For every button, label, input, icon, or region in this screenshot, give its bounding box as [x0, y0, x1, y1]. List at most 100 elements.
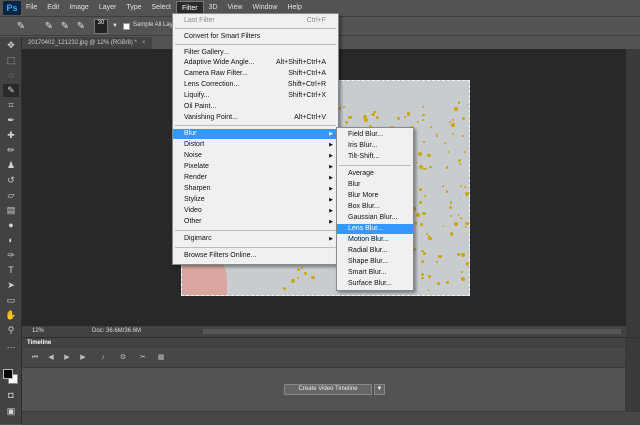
settings-gear-icon[interactable]: ⚙: [118, 353, 128, 363]
menu-item-pixelate[interactable]: Pixelate ▶: [173, 162, 338, 172]
menu-type[interactable]: Type: [121, 1, 146, 15]
quick-mask-icon[interactable]: ◘: [3, 389, 19, 402]
glitter-speck: [421, 273, 425, 277]
audio-icon[interactable]: ♪: [98, 353, 108, 363]
menu-item-lens-correction[interactable]: Lens Correction... Shift+Ctrl+R: [173, 80, 338, 90]
lasso-tool-icon[interactable]: ◌: [3, 69, 19, 82]
submenu-item-box-blur[interactable]: Box Blur...: [337, 202, 413, 212]
hand-tool-icon[interactable]: ✋: [3, 309, 19, 322]
move-tool-icon[interactable]: ✥: [3, 39, 19, 52]
status-bar: 12% Doc: 36.6M/36.6M: [22, 326, 626, 337]
close-icon[interactable]: ×: [142, 40, 146, 46]
more-tools-icon[interactable]: …: [3, 339, 19, 352]
menu-item-adaptive-wide-angle[interactable]: Adaptive Wide Angle... Alt+Shift+Ctrl+A: [173, 58, 338, 68]
go-to-first-frame-icon[interactable]: ⏮: [30, 353, 40, 363]
menu-item-noise[interactable]: Noise ▶: [173, 151, 338, 161]
menu-item-filter-gallery[interactable]: Filter Gallery...: [173, 48, 338, 58]
menu-item-video[interactable]: Video ▶: [173, 206, 338, 216]
glitter-speck: [448, 206, 452, 210]
type-tool-icon[interactable]: T: [3, 264, 19, 277]
submenu-item-gaussian-blur[interactable]: Gaussian Blur...: [337, 213, 413, 223]
zoom-tool-icon[interactable]: ⚲: [3, 324, 19, 337]
glitter-speck: [437, 282, 440, 285]
quick-selection-tool-icon[interactable]: ✎: [3, 84, 19, 97]
play-icon[interactable]: ▶: [62, 353, 72, 363]
path-selection-icon[interactable]: ➤: [3, 279, 19, 292]
previous-frame-icon[interactable]: ◀: [46, 353, 56, 363]
menu-item-stylize[interactable]: Stylize ▶: [173, 195, 338, 205]
document-title: 20170402_121232.jpg @ 12% (RGB/8) *: [28, 40, 137, 46]
submenu-item-blur[interactable]: Blur: [337, 180, 413, 190]
history-brush-icon[interactable]: ↺: [3, 174, 19, 187]
menu-item-distort[interactable]: Distort ▶: [173, 140, 338, 150]
submenu-item-tilt-shift[interactable]: Tilt-Shift...: [337, 152, 413, 162]
document-tab[interactable]: 20170402_121232.jpg @ 12% (RGB/8) * ×: [22, 37, 152, 49]
horizontal-scrollbar[interactable]: [202, 328, 622, 335]
screen-mode-icon[interactable]: ▣: [3, 405, 19, 418]
menu-separator: [175, 230, 336, 231]
submenu-item-iris-blur[interactable]: Iris Blur...: [337, 141, 413, 151]
clone-stamp-icon[interactable]: ♟: [3, 159, 19, 172]
submenu-item-radial-blur[interactable]: Radial Blur...: [337, 246, 413, 256]
pen-tool-icon[interactable]: ✑: [3, 249, 19, 262]
menu-file[interactable]: File: [21, 1, 42, 15]
submenu-item-lens-blur[interactable]: Lens Blur...: [337, 224, 413, 234]
menu-image[interactable]: Image: [64, 1, 93, 15]
glitter-speck: [445, 190, 448, 193]
submenu-item-field-blur[interactable]: Field Blur...: [337, 130, 413, 140]
menu-item-sharpen[interactable]: Sharpen ▶: [173, 184, 338, 194]
glitter-speck: [443, 142, 446, 145]
menu-item-convert-smart-filters[interactable]: Convert for Smart Filters: [173, 32, 338, 42]
crop-tool-icon[interactable]: ⌗: [3, 99, 19, 112]
healing-brush-icon[interactable]: ✚: [3, 129, 19, 142]
menu-layer[interactable]: Layer: [94, 1, 122, 15]
brush-size-picker[interactable]: 30: [94, 19, 108, 34]
rectangle-tool-icon[interactable]: ▭: [3, 294, 19, 307]
gradient-tool-icon[interactable]: ▤: [3, 204, 19, 217]
marquee-tool-icon[interactable]: ⬚: [3, 54, 19, 67]
submenu-item-shape-blur[interactable]: Shape Blur...: [337, 257, 413, 267]
brush-tool-icon[interactable]: ✏: [3, 144, 19, 157]
menu-item-blur[interactable]: Blur ▶: [173, 129, 338, 139]
vertical-panel-strip: [626, 49, 640, 337]
submenu-arrow-icon: ▶: [329, 153, 333, 159]
create-video-timeline-button[interactable]: Create Video Timeline: [284, 384, 372, 395]
subtract-selection-brush-icon[interactable]: ✎: [74, 20, 88, 33]
add-selection-brush-icon[interactable]: ✎: [58, 20, 72, 33]
menu-item-liquify[interactable]: Liquify... Shift+Ctrl+X: [173, 91, 338, 101]
chevron-down-icon[interactable]: ▼: [374, 384, 385, 395]
timeline-tab[interactable]: Timeline: [22, 338, 640, 348]
menu-item-oil-paint[interactable]: Oil Paint...: [173, 102, 338, 112]
new-selection-brush-icon[interactable]: ✎: [42, 20, 56, 33]
menu-item-digimarc[interactable]: Digimarc ▶: [173, 234, 338, 244]
menu-edit[interactable]: Edit: [42, 1, 64, 15]
next-frame-icon[interactable]: ▶: [78, 353, 88, 363]
submenu-item-surface-blur[interactable]: Surface Blur...: [337, 279, 413, 289]
blur-tool-icon[interactable]: ●: [3, 219, 19, 232]
glitter-speck: [447, 151, 450, 153]
dodge-tool-icon[interactable]: ◐: [3, 234, 19, 247]
menu-item-camera-raw[interactable]: Camera Raw Filter... Shift+Ctrl+A: [173, 69, 338, 79]
eraser-tool-icon[interactable]: ▱: [3, 189, 19, 202]
eyedropper-tool-icon[interactable]: ✒: [3, 114, 19, 127]
transition-icon[interactable]: ▦: [156, 353, 166, 363]
menu-item-label: Lens Correction...: [184, 81, 240, 88]
split-scissors-icon[interactable]: ✂: [138, 353, 148, 363]
chevron-down-icon[interactable]: ▼: [108, 20, 122, 33]
sample-all-layers-checkbox[interactable]: [123, 23, 130, 30]
menu-item-render[interactable]: Render ▶: [173, 173, 338, 183]
menu-item-browse-filters-online[interactable]: Browse Filters Online...: [173, 251, 338, 261]
zoom-level[interactable]: 12%: [32, 326, 44, 337]
menu-item-vanishing-point[interactable]: Vanishing Point... Alt+Ctrl+V: [173, 113, 338, 123]
submenu-item-average[interactable]: Average: [337, 169, 413, 179]
foreground-color-swatch[interactable]: [3, 369, 13, 379]
glitter-speck: [451, 123, 455, 127]
glitter-speck: [465, 221, 469, 226]
submenu-item-blur-more[interactable]: Blur More: [337, 191, 413, 201]
tool-preset-brush-icon[interactable]: ✎: [14, 20, 28, 33]
menu-item-other[interactable]: Other ▶: [173, 217, 338, 227]
menu-item-label: Filter Gallery...: [184, 49, 229, 56]
submenu-item-smart-blur[interactable]: Smart Blur...: [337, 268, 413, 278]
glitter-speck: [300, 267, 303, 270]
submenu-item-motion-blur[interactable]: Motion Blur...: [337, 235, 413, 245]
